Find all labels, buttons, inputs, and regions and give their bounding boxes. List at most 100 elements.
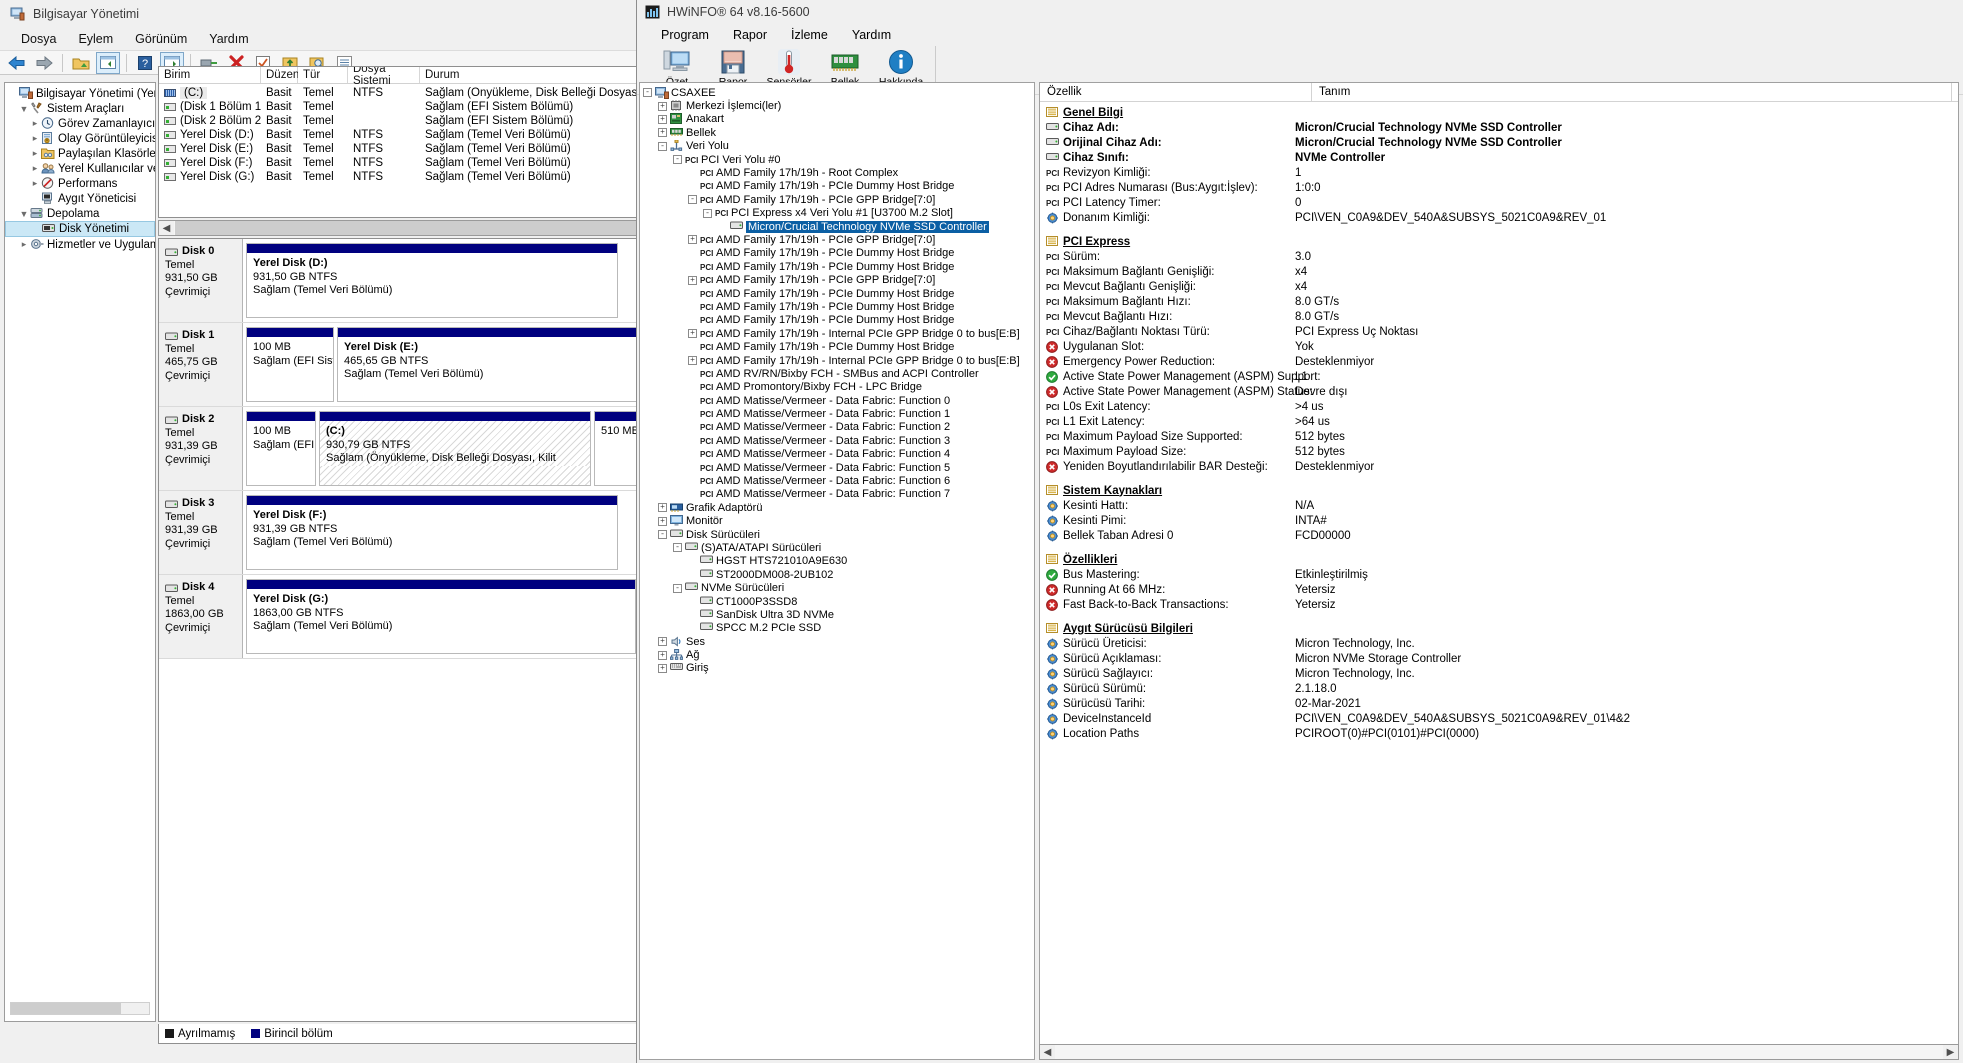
detail-row[interactable]: Donanım Kimliği: PCI\VEN_C0A9&DEV_540A&SU… bbox=[1040, 210, 1958, 225]
collapse-box-icon[interactable]: - bbox=[658, 530, 667, 540]
menu-rapor[interactable]: Rapor bbox=[721, 26, 779, 44]
hwinfo-tree-item[interactable]: PCI AMD Matisse/Vermeer - Data Fabric: Fu… bbox=[640, 448, 1034, 461]
hwinfo-tree-item[interactable]: PCI AMD Promontory/Bixby FCH - LPC Bridge bbox=[640, 381, 1034, 394]
detail-row[interactable]: Fast Back-to-Back Transactions: Yetersiz bbox=[1040, 597, 1958, 612]
menu-yardim[interactable]: Yardım bbox=[840, 26, 903, 44]
detail-row[interactable]: PCI Mevcut Bağlantı Genişliği: x4 bbox=[1040, 279, 1958, 294]
tree-item-depolama[interactable]: ▼ Depolama bbox=[5, 206, 155, 221]
menu-dosya[interactable]: Dosya bbox=[10, 30, 67, 48]
hwinfo-tree-item[interactable]: PCI AMD RV/RN/Bixby FCH - SMBus and ACPI … bbox=[640, 367, 1034, 380]
expand-box-icon[interactable]: + bbox=[688, 329, 697, 339]
partition-block[interactable]: Yerel Disk (D:) 931,50 GB NTFS Sağlam (Tem… bbox=[246, 243, 618, 318]
detail-row[interactable]: Bellek Taban Adresi 0 FCD00000 bbox=[1040, 528, 1958, 543]
detail-row[interactable]: PCI L0s Exit Latency: >4 us bbox=[1040, 399, 1958, 414]
expand-box-icon[interactable]: + bbox=[658, 516, 667, 526]
expand-box-icon[interactable]: + bbox=[658, 101, 667, 111]
hwinfo-tree-item[interactable]: SanDisk Ultra 3D NVMe bbox=[640, 608, 1034, 621]
detail-row[interactable]: PCI Maksimum Bağlantı Hızı: 8.0 GT/s bbox=[1040, 294, 1958, 309]
scroll-left-arrow-icon[interactable]: ◀ bbox=[1040, 1047, 1055, 1058]
hwinfo-tree-item[interactable]: + Ses bbox=[640, 635, 1034, 648]
scroll-track[interactable] bbox=[1055, 1045, 1943, 1059]
expand-box-icon[interactable]: + bbox=[658, 650, 667, 660]
detail-row[interactable]: Sürücüsü Tarihi: 02-Mar-2021 bbox=[1040, 696, 1958, 711]
collapse-box-icon[interactable]: - bbox=[673, 155, 682, 165]
hwinfo-tree-item[interactable]: - NVMe Sürücüleri bbox=[640, 581, 1034, 594]
back-arrow-icon[interactable] bbox=[5, 52, 29, 74]
partition-block[interactable]: Yerel Disk (G:) 1863,00 GB NTFS Sağlam (Te… bbox=[246, 579, 636, 654]
expand-box-icon[interactable]: + bbox=[658, 637, 667, 647]
detail-row[interactable]: Bus Mastering: Etkinleştirilmiş bbox=[1040, 567, 1958, 582]
detail-panel-hscrollbar[interactable]: ◀ ▶ bbox=[1039, 1044, 1959, 1060]
disk-info-block[interactable]: Disk 3 Temel 931,39 GB Çevrimiçi bbox=[159, 491, 243, 574]
detail-section-header[interactable]: Özellikleri bbox=[1040, 552, 1958, 567]
detail-row[interactable]: PCI L1 Exit Latency: >64 us bbox=[1040, 414, 1958, 429]
collapse-box-icon[interactable]: - bbox=[658, 141, 667, 151]
hwinfo-tree-item[interactable]: PCI AMD Matisse/Vermeer - Data Fabric: Fu… bbox=[640, 474, 1034, 487]
hwinfo-tree-item[interactable]: PCI AMD Family 17h/19h - PCIe Dummy Host … bbox=[640, 287, 1034, 300]
detail-column-header[interactable]: Özellik bbox=[1040, 83, 1312, 101]
hwinfo-tree-item[interactable]: PCI AMD Matisse/Vermeer - Data Fabric: Fu… bbox=[640, 407, 1034, 420]
hwinfo-tree-item[interactable]: + PCI AMD Family 17h/19h - PCIe GPP Bridge… bbox=[640, 273, 1034, 286]
collapse-chevron-icon[interactable]: ▼ bbox=[18, 209, 30, 219]
scroll-left-arrow-icon[interactable]: ◀ bbox=[159, 223, 174, 234]
scroll-thumb[interactable] bbox=[11, 1003, 121, 1014]
disk-info-block[interactable]: Disk 1 Temel 465,75 GB Çevrimiçi bbox=[159, 323, 243, 406]
hwinfo-tree-item[interactable]: PCI AMD Matisse/Vermeer - Data Fabric: Fu… bbox=[640, 488, 1034, 501]
menu-izleme[interactable]: İzleme bbox=[779, 26, 840, 44]
tree-item-g-rev-zamanlay-c[interactable]: ▸ Görev Zamanlayıcı bbox=[5, 116, 155, 131]
scroll-right-arrow-icon[interactable]: ▶ bbox=[1943, 1047, 1958, 1058]
expand-box-icon[interactable]: + bbox=[688, 356, 697, 365]
partition-block[interactable]: 100 MBSağlam (EFI Sistem bbox=[246, 327, 334, 402]
detail-row[interactable]: PCI PCI Latency Timer: 0 bbox=[1040, 195, 1958, 210]
expand-box-icon[interactable]: + bbox=[658, 128, 667, 138]
expand-box-icon[interactable]: + bbox=[658, 114, 667, 124]
tree-item-ayg-t-y-neticisi[interactable]: Aygıt Yöneticisi bbox=[5, 191, 155, 206]
hwinfo-tree-item[interactable]: CT1000P3SSD8 bbox=[640, 595, 1034, 608]
hwinfo-menubar[interactable]: Program Rapor İzleme Yardım bbox=[637, 24, 1963, 46]
hwinfo-tree-item[interactable]: + PCI AMD Family 17h/19h - Internal PCIe G… bbox=[640, 354, 1034, 367]
hwinfo-tree-item[interactable]: Micron/Crucial Technology NVMe SSD Contr… bbox=[640, 220, 1034, 233]
detail-row[interactable]: PCI Cihaz/Bağlantı Noktası Türü: PCI Expre… bbox=[1040, 324, 1958, 339]
partition-block[interactable]: Yerel Disk (F:) 931,39 GB NTFS Sağlam (Tem… bbox=[246, 495, 618, 570]
detail-section-header[interactable]: Aygıt Sürücüsü Bilgileri bbox=[1040, 621, 1958, 636]
detail-row[interactable]: Yeniden Boyutlandırılabilir BAR Desteği:… bbox=[1040, 459, 1958, 474]
hwinfo-device-tree[interactable]: - CSAXEE + Merkezi İşlemci(ler) + Anakart + Bel… bbox=[639, 82, 1035, 1060]
console-tree[interactable]: Bilgisayar Yönetimi (Yerel) ▼ Sistem Araçl… bbox=[4, 82, 156, 1022]
tree-item-payla-lan-klas-rler[interactable]: ▸ Paylaşılan Klasörler bbox=[5, 146, 155, 161]
hwinfo-tree-item[interactable]: - PCI AMD Family 17h/19h - PCIe GPP Bridge… bbox=[640, 193, 1034, 206]
detail-row[interactable]: Active State Power Management (ASPM) Sup… bbox=[1040, 369, 1958, 384]
expand-box-icon[interactable]: + bbox=[658, 503, 667, 513]
detail-row[interactable]: Kesinti Pimi: INTA# bbox=[1040, 513, 1958, 528]
detail-row[interactable]: Uygulanan Slot: Yok bbox=[1040, 339, 1958, 354]
disk-info-block[interactable]: Disk 2 Temel 931,39 GB Çevrimiçi bbox=[159, 407, 243, 490]
detail-column-header[interactable]: Tanım bbox=[1312, 83, 1952, 101]
hwinfo-tree-item[interactable]: + PCI AMD Family 17h/19h - PCIe GPP Bridge… bbox=[640, 233, 1034, 246]
forward-arrow-icon[interactable] bbox=[32, 52, 56, 74]
volume-column-header[interactable]: Düzen bbox=[261, 67, 299, 83]
hwinfo-tree-item[interactable]: PCI AMD Matisse/Vermeer - Data Fabric: Fu… bbox=[640, 394, 1034, 407]
detail-row[interactable]: PCI Maksimum Bağlantı Genişliği: x4 bbox=[1040, 264, 1958, 279]
expand-box-icon[interactable]: + bbox=[688, 275, 697, 285]
collapse-box-icon[interactable]: - bbox=[643, 88, 652, 98]
hwinfo-tree-item[interactable]: PCI AMD Family 17h/19h - PCIe Dummy Host … bbox=[640, 314, 1034, 327]
detail-section-header[interactable]: Genel Bilgi bbox=[1040, 105, 1958, 120]
detail-row[interactable]: Sürücü Üreticisi: Micron Technology, Inc. bbox=[1040, 636, 1958, 651]
hwinfo-tree-item[interactable]: PCI AMD Family 17h/19h - PCIe Dummy Host … bbox=[640, 247, 1034, 260]
detail-row[interactable]: PCI Revizyon Kimliği: 1 bbox=[1040, 165, 1958, 180]
hwinfo-tree-item[interactable]: + Anakart bbox=[640, 113, 1034, 126]
collapse-box-icon[interactable]: - bbox=[673, 583, 682, 593]
tree-item-bilgisayar-y-netimi-yerel[interactable]: Bilgisayar Yönetimi (Yerel) bbox=[5, 86, 155, 101]
partition-block[interactable]: 100 MBSağlam (EFI S bbox=[246, 411, 316, 486]
expand-chevron-icon[interactable]: ▸ bbox=[18, 239, 30, 250]
detail-row[interactable]: Orijinal Cihaz Adı: Micron/Crucial Techno… bbox=[1040, 135, 1958, 150]
detail-row[interactable]: PCI Sürüm: 3.0 bbox=[1040, 249, 1958, 264]
expand-chevron-icon[interactable]: ▸ bbox=[29, 148, 41, 159]
detail-row[interactable]: Sürücü Açıklaması: Micron NVMe Storage Co… bbox=[1040, 651, 1958, 666]
collapse-box-icon[interactable]: - bbox=[673, 543, 682, 553]
expand-box-icon[interactable]: + bbox=[658, 663, 667, 673]
hwinfo-tree-item[interactable]: - PCI PCI Express x4 Veri Yolu #1 [U3700 M… bbox=[640, 207, 1034, 220]
hwinfo-tree-item[interactable]: HGST HTS721010A9E630 bbox=[640, 555, 1034, 568]
hwinfo-detail-panel[interactable]: Özellik Tanım Genel Bilgi Cihaz Adı: Micron… bbox=[1039, 82, 1959, 1060]
hwinfo-tree-item[interactable]: ST2000DM008-2UB102 bbox=[640, 568, 1034, 581]
hwinfo-tree-item[interactable]: PCI AMD Matisse/Vermeer - Data Fabric: Fu… bbox=[640, 461, 1034, 474]
